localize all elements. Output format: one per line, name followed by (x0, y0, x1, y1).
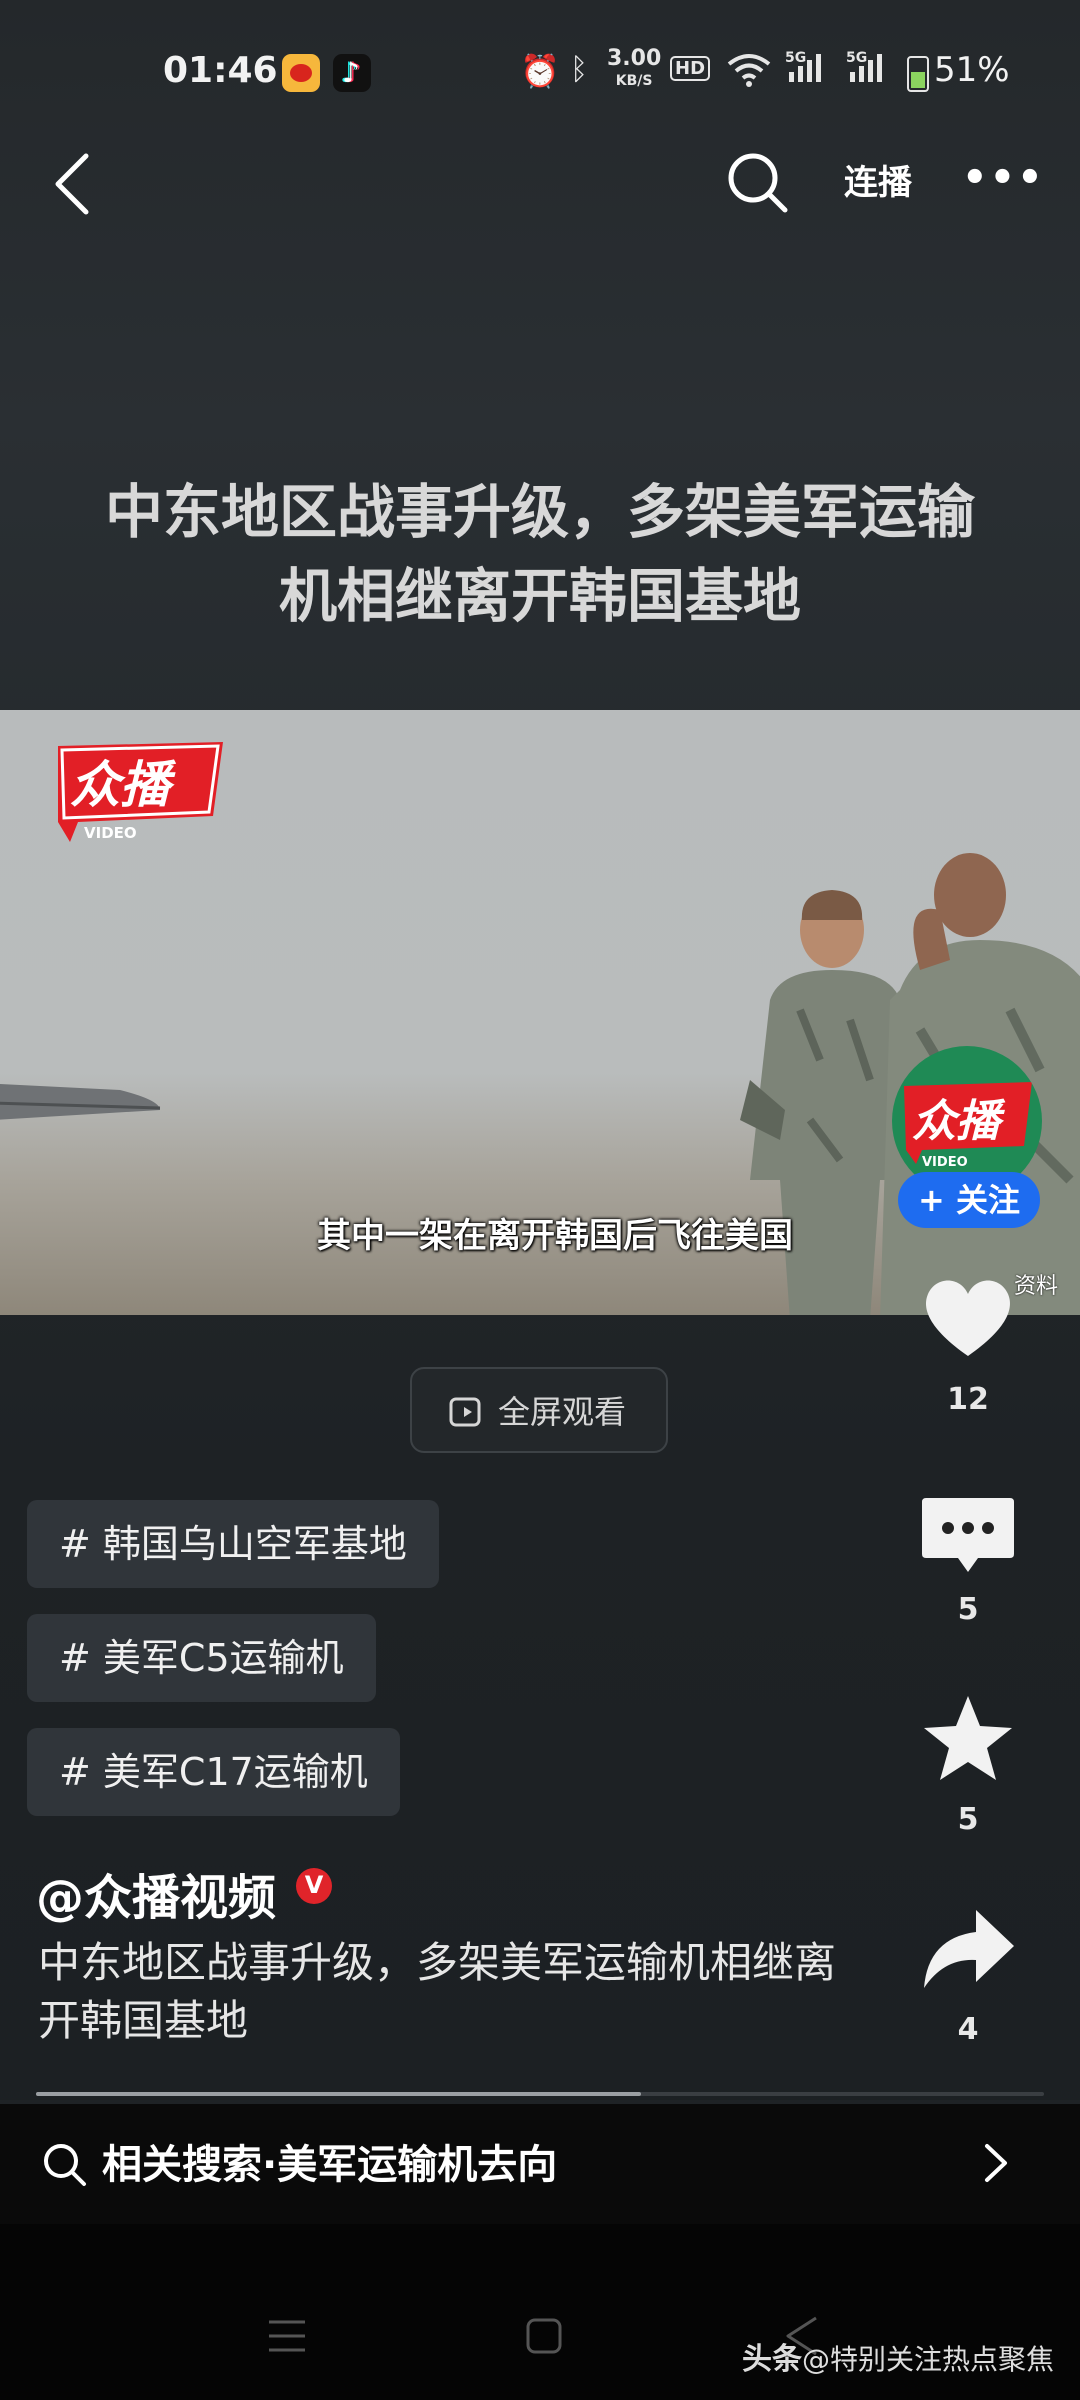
more-options-button[interactable]: ••• (962, 150, 1043, 220)
menu-nav-icon[interactable] (263, 2312, 311, 2360)
svg-text:众播: 众播 (70, 756, 177, 814)
author-name[interactable]: @众播视频 (36, 1858, 276, 1928)
bluetooth-icon: ᛒ (570, 52, 588, 87)
home-nav-icon[interactable] (520, 2312, 568, 2360)
video-title: 中东地区战事升级，多架美军运输 机相继离开韩国基地 (104, 478, 975, 630)
status-bar: 01:46 ⏰ ᛒ 3.00 KB/S HD 5G 5G 51% (0, 40, 1080, 110)
network-speed: 3.00 KB/S (607, 46, 662, 90)
clock: 01:46 (163, 50, 278, 91)
search-icon (44, 2144, 86, 2186)
fullscreen-label: 全屏观看 (498, 1393, 627, 1431)
share-icon[interactable] (918, 1902, 1018, 2002)
toutiao-watermark: 头条@特别关注热点聚焦 (741, 2342, 1054, 2377)
battery-icon (907, 56, 929, 92)
svg-text:VIDEO: VIDEO (84, 824, 137, 842)
favorite-star-icon[interactable] (918, 1690, 1018, 1790)
autoplay-label: 连播 (844, 163, 912, 203)
progress-fill (36, 2092, 641, 2096)
svg-text:VIDEO: VIDEO (922, 1155, 968, 1170)
like-count: 12 (947, 1382, 989, 1417)
fullscreen-icon (449, 1397, 481, 1427)
battery-percent: 51% (934, 50, 1010, 90)
archive-footage-mark: 资料 (1013, 1274, 1058, 1299)
tag-osan-air-base[interactable]: # 韩国乌山空军基地 (27, 1500, 439, 1588)
signal-icon-sim2: 5G (846, 50, 896, 88)
zhongbo-video-logo: 众播 VIDEO (58, 742, 223, 842)
autoplay-toggle[interactable]: 连播 (838, 150, 918, 220)
like-heart-icon[interactable] (918, 1268, 1018, 1368)
search-button[interactable] (723, 148, 793, 218)
verified-badge-icon: V (296, 1868, 332, 1904)
related-search-text: 相关搜索·美军运输机去向 (102, 2142, 558, 2188)
svg-text:众播: 众播 (912, 1096, 1006, 1147)
wifi-icon (727, 54, 771, 87)
video-description: 中东地区战事升级，多架美军运输机相继离开韩国基地 (38, 1938, 837, 2045)
fullscreen-button[interactable]: 全屏观看 (410, 1367, 668, 1453)
aircraft-wing (0, 1084, 161, 1120)
back-button[interactable] (46, 148, 116, 218)
comment-count: 5 (957, 1592, 979, 1627)
weibo-icon (282, 54, 320, 92)
tiktok-icon (333, 54, 371, 92)
comment-icon[interactable] (918, 1488, 1018, 1588)
related-search-bar[interactable]: 相关搜索·美军运输机去向 (0, 2104, 1080, 2224)
chevron-right-icon (985, 2144, 1007, 2182)
alarm-icon: ⏰ (520, 52, 560, 90)
share-count: 4 (957, 2012, 979, 2047)
favorite-count: 5 (957, 1802, 979, 1837)
signal-icon-sim1: 5G (785, 50, 835, 88)
tag-c5-transport[interactable]: # 美军C5运输机 (27, 1614, 376, 1702)
hd-voice-icon: HD (670, 56, 711, 81)
tag-c17-transport[interactable]: # 美军C17运输机 (27, 1728, 400, 1816)
video-progress-bar[interactable] (36, 2092, 1044, 2096)
follow-button[interactable]: + 关注 (898, 1172, 1040, 1228)
